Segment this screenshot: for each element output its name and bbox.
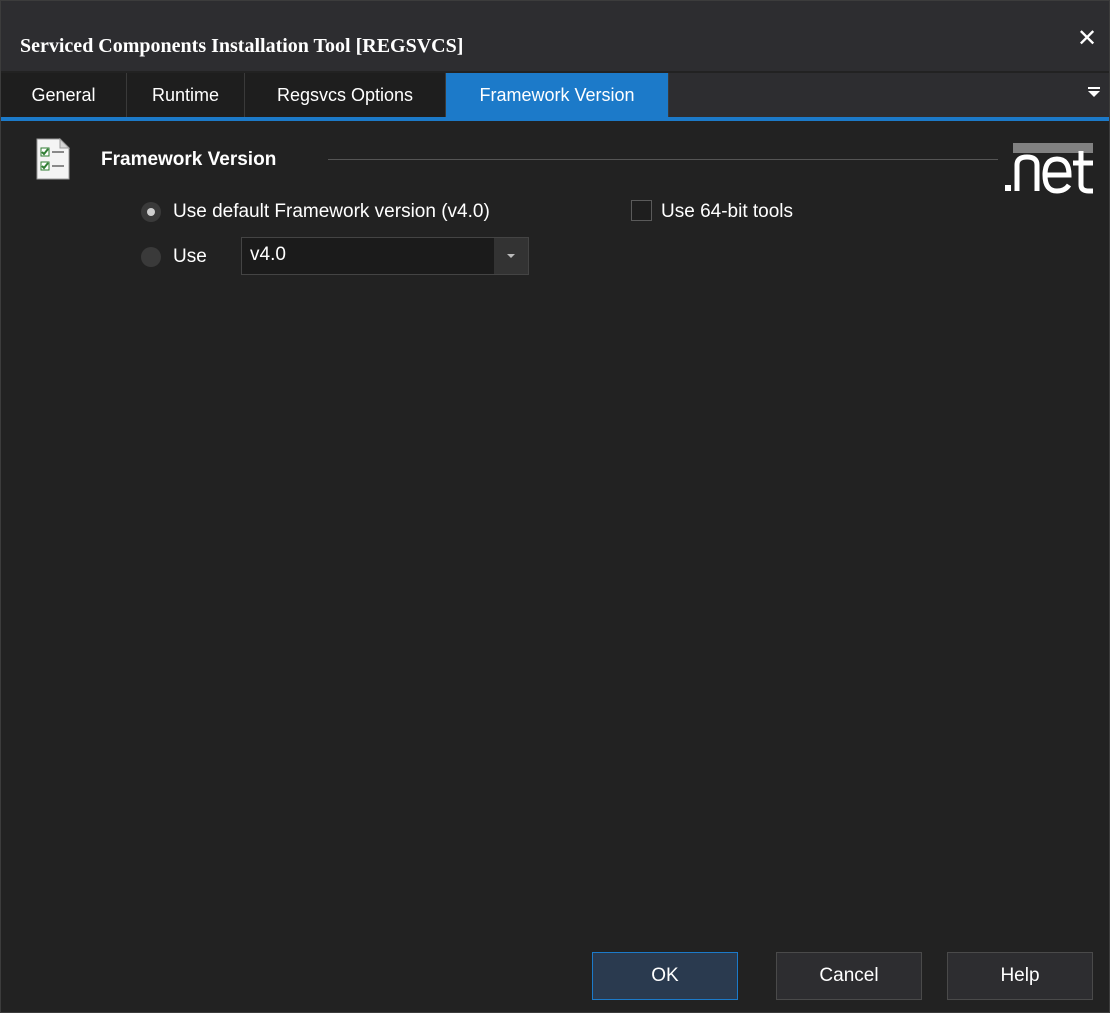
window-title: Serviced Components Installation Tool [R… bbox=[20, 35, 464, 57]
section-title: Framework Version bbox=[101, 149, 277, 170]
section-divider bbox=[328, 159, 998, 160]
checklist-document-icon bbox=[36, 138, 70, 180]
help-button[interactable]: Help bbox=[947, 952, 1093, 1000]
tab-bar: General Runtime Regsvcs Options Framewor… bbox=[1, 73, 1109, 117]
tab-general[interactable]: General bbox=[1, 73, 127, 117]
label-use-64-bit-tools: Use 64-bit tools bbox=[661, 201, 794, 222]
dotnet-logo bbox=[1005, 143, 1093, 194]
tab-active-underline bbox=[1, 117, 1109, 121]
framework-version-value: v4.0 bbox=[250, 244, 286, 265]
cancel-button[interactable]: Cancel bbox=[776, 952, 922, 1000]
ok-button[interactable]: OK bbox=[592, 952, 738, 1000]
label-use-default-version: Use default Framework version (v4.0) bbox=[173, 201, 490, 222]
label-use-specific-version: Use bbox=[173, 246, 207, 267]
close-icon[interactable]: ✕ bbox=[1073, 25, 1101, 53]
chevron-down-icon bbox=[507, 254, 515, 258]
tab-framework-version[interactable]: Framework Version bbox=[446, 73, 669, 117]
checkbox-use-64-bit-tools[interactable] bbox=[631, 200, 652, 221]
tab-runtime[interactable]: Runtime bbox=[127, 73, 245, 117]
dropdown-button[interactable] bbox=[494, 238, 528, 274]
dialog-window: Serviced Components Installation Tool [R… bbox=[0, 0, 1110, 1013]
framework-version-dropdown[interactable]: v4.0 bbox=[241, 237, 529, 275]
radio-use-default-version[interactable] bbox=[141, 202, 161, 222]
title-bar: Serviced Components Installation Tool [R… bbox=[1, 1, 1109, 71]
radio-selected-dot bbox=[147, 208, 155, 216]
tab-regsvcs-options[interactable]: Regsvcs Options bbox=[245, 73, 446, 117]
tab-overflow-menu-icon[interactable] bbox=[1087, 81, 1103, 105]
radio-use-specific-version[interactable] bbox=[141, 247, 161, 267]
